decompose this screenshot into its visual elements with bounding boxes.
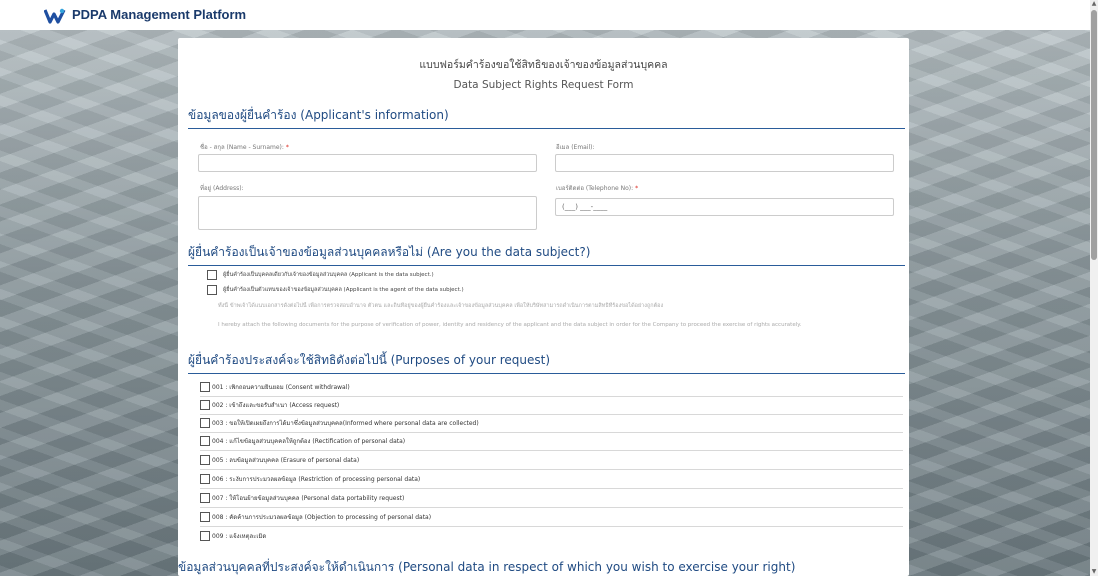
purpose-label: 007 : ให้โอนย้ายข้อมูลส่วนบุคคล (Persona… — [212, 495, 405, 502]
name-input[interactable] — [198, 154, 537, 172]
scroll-down-icon[interactable]: ▼ — [1091, 569, 1097, 575]
purpose-label: 005 : ลบข้อมูลส่วนบุคคล (Erasure of pers… — [212, 457, 360, 464]
purpose-checkbox[interactable] — [200, 512, 210, 522]
purpose-checkbox[interactable] — [200, 436, 210, 446]
purpose-checkbox[interactable] — [200, 400, 210, 410]
form-title-th: แบบฟอร์มคำร้องขอใช้สิทธิของเจ้าของข้อมูล… — [419, 59, 668, 71]
top-bar: PDPA Management Platform — [0, 0, 1090, 30]
personal-data-section-heading: ข้อมูลส่วนบุคคลที่ประสงค์จะให้ดำเนินการ … — [178, 560, 796, 574]
request-form-panel: แบบฟอร์มคำร้องขอใช้สิทธิของเจ้าของข้อมูล… — [178, 38, 909, 576]
purpose-checkbox[interactable] — [200, 531, 210, 541]
purpose-item-003[interactable]: 003 : ขอให้เปิดเผยถึงการได้มาซึ่งข้อมูลส… — [200, 414, 903, 433]
purpose-item-007[interactable]: 007 : ให้โอนย้ายข้อมูลส่วนบุคคล (Persona… — [200, 489, 903, 508]
purposes-section-heading: ผู้ยื่นคำร้องประสงค์จะใช้สิทธิดังต่อไปนี… — [188, 351, 905, 374]
purpose-label: 009 : แจ้งเหตุละเมิด — [212, 533, 267, 540]
form-title-en: Data Subject Rights Request Form — [453, 79, 634, 91]
data-subject-section-heading: ผู้ยื่นคำร้องเป็นเจ้าของข้อมูลส่วนบุคคลห… — [188, 243, 905, 266]
purpose-item-002[interactable]: 002 : เข้าถึงและขอรับสำเนา (Access reque… — [200, 396, 903, 415]
purpose-checkbox[interactable] — [200, 493, 210, 503]
email-label: อีเมล (Email): — [556, 144, 595, 151]
purpose-item-005[interactable]: 005 : ลบข้อมูลส่วนบุคคล (Erasure of pers… — [200, 451, 903, 470]
scroll-up-icon[interactable]: ▲ — [1091, 1, 1097, 7]
purpose-label: 008 : คัดค้านการประมวลผลข้อมูล (Objectio… — [212, 514, 432, 521]
applicant-is-agent-checkbox[interactable] — [207, 285, 217, 295]
applicant-is-subject-label: ผู้ยื่นคำร้องเป็นบุคคลเดียวกับเจ้าของข้อ… — [223, 272, 434, 278]
address-label: ที่อยู่ (Address): — [200, 185, 244, 192]
applicant-is-agent-label: ผู้ยื่นคำร้องเป็นตัวแทนของเจ้าของข้อมูลส… — [223, 287, 464, 293]
logo-icon[interactable] — [44, 8, 66, 24]
purpose-checkbox[interactable] — [200, 474, 210, 484]
purpose-checkbox[interactable] — [200, 382, 210, 392]
phone-label: เบอร์ติดต่อ (Telephone No): * — [556, 185, 639, 192]
purpose-checkbox[interactable] — [200, 418, 210, 428]
name-label: ชื่อ - สกุล (Name - Surname): * — [200, 144, 289, 151]
purpose-label: 004 : แก้ไขข้อมูลส่วนบุคคลให้ถูกต้อง (Re… — [212, 438, 406, 445]
purpose-label: 001 : เพิกถอนความยินยอม (Consent withdra… — [212, 384, 350, 391]
documents-note-th: ทั้งนี้ ข้าพเจ้าได้แนบเอกสารดังต่อไปนี้ … — [218, 303, 664, 309]
purpose-item-006[interactable]: 006 : ระงับการประมวลผลข้อมูล (Restrictio… — [200, 470, 903, 489]
purpose-item-001[interactable]: 001 : เพิกถอนความยินยอม (Consent withdra… — [200, 378, 903, 397]
purpose-item-009[interactable]: 009 : แจ้งเหตุละเมิด — [200, 527, 903, 545]
scroll-thumb[interactable] — [1091, 10, 1097, 260]
applicant-section-heading: ข้อมูลของผู้ยื่นคำร้อง (Applicant's info… — [188, 106, 905, 129]
purpose-item-008[interactable]: 008 : คัดค้านการประมวลผลข้อมูล (Objectio… — [200, 508, 903, 527]
phone-input[interactable]: (___) ___-____ — [555, 198, 894, 216]
purpose-item-004[interactable]: 004 : แก้ไขข้อมูลส่วนบุคคลให้ถูกต้อง (Re… — [200, 432, 903, 451]
page-scrollbar[interactable]: ▲ ▼ — [1090, 0, 1098, 576]
address-input[interactable] — [198, 196, 537, 230]
purpose-label: 006 : ระงับการประมวลผลข้อมูล (Restrictio… — [212, 476, 421, 483]
documents-note-en: I hereby attach the following documents … — [218, 322, 802, 328]
applicant-is-subject-checkbox[interactable] — [207, 270, 217, 280]
purpose-label: 003 : ขอให้เปิดเผยถึงการได้มาซึ่งข้อมูลส… — [212, 420, 479, 427]
purpose-label: 002 : เข้าถึงและขอรับสำเนา (Access reque… — [212, 402, 340, 409]
email-input[interactable] — [555, 154, 894, 172]
app-title[interactable]: PDPA Management Platform — [72, 7, 246, 22]
purpose-checkbox[interactable] — [200, 455, 210, 465]
